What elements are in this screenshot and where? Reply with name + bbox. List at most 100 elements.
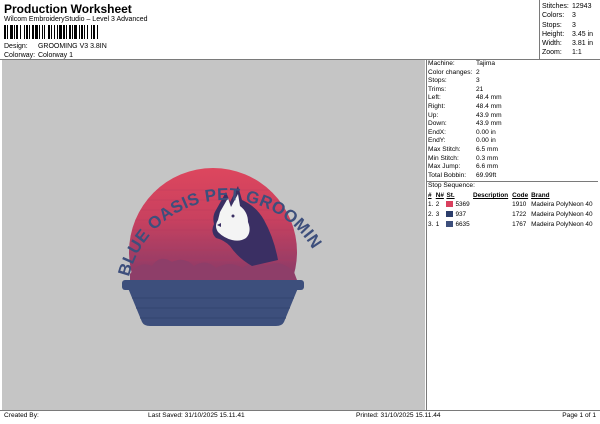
stitch-cell: 5369 bbox=[446, 201, 473, 211]
summary-label: Colors: bbox=[542, 12, 565, 20]
software-name: Wilcom EmbroideryStudio – Level 3 Advanc… bbox=[4, 16, 148, 23]
stop-number: 3. bbox=[428, 221, 434, 229]
barcode-bar bbox=[39, 25, 40, 39]
thread-code: 1722 bbox=[512, 211, 527, 219]
info-row: Min Stitch: 0.3 mm bbox=[428, 155, 598, 164]
column-header: Brand bbox=[531, 191, 550, 199]
design-label: Design: bbox=[4, 43, 28, 50]
barcode-bar bbox=[66, 25, 67, 39]
stop-number: 1. bbox=[428, 201, 434, 209]
barcode-bar bbox=[91, 25, 92, 39]
info-label: Down: bbox=[428, 120, 447, 128]
barcode-bar bbox=[59, 25, 62, 39]
barcode-bar bbox=[26, 25, 28, 39]
needle-number: 2 bbox=[435, 201, 440, 209]
barcode-bar bbox=[14, 25, 15, 39]
info-label: Left: bbox=[428, 94, 441, 102]
thread-description bbox=[473, 201, 512, 211]
info-row: Max Jump: 6.6 mm bbox=[428, 163, 598, 172]
design-info-panel: Machine: Tajima Color changes: 2 Stops: 3 T… bbox=[426, 60, 598, 231]
info-label: Up: bbox=[428, 111, 439, 119]
panel-divider bbox=[426, 60, 427, 410]
barcode-bar bbox=[4, 25, 6, 39]
barcode-bar bbox=[87, 25, 88, 39]
barcode-bar bbox=[44, 25, 45, 39]
table-row[interactable]: 1. 2 5369 1910 Madeira PolyNeon 40 bbox=[428, 201, 598, 211]
info-row: Machine: Tajima bbox=[428, 60, 598, 69]
barcode-bar bbox=[54, 25, 55, 39]
color-swatch bbox=[446, 211, 454, 218]
grooming-tub-icon bbox=[122, 280, 304, 326]
page-number: Page 1 of 1 bbox=[562, 412, 596, 419]
colorway-value: Colorway 1 bbox=[37, 52, 73, 59]
column-header: Description bbox=[473, 191, 509, 199]
barcode-bar bbox=[24, 25, 25, 39]
embroidery-artwork: BLUE OASIS PET GROOMING SERVICES bbox=[0, 45, 325, 326]
printed-date: Printed: 31/10/2025 15.11.44 bbox=[356, 412, 441, 419]
created-by: Created By: bbox=[4, 412, 39, 419]
summary-label: Stops: bbox=[542, 21, 562, 29]
barcode-bar bbox=[42, 25, 43, 39]
design-row: Design: GROOMING V3 3.8IN bbox=[4, 43, 107, 50]
stitch-cell: 937 bbox=[446, 211, 473, 221]
info-row: Stops: 3 bbox=[428, 77, 598, 86]
info-row: Left: 48.4 mm bbox=[428, 94, 598, 103]
barcode-bar bbox=[20, 25, 21, 39]
summary-row: Width: 3.81 in bbox=[542, 39, 598, 48]
stitch-cell: 6635 bbox=[446, 221, 473, 231]
info-value: 2 bbox=[476, 68, 480, 76]
colorway-label: Colorway: bbox=[4, 52, 36, 59]
info-value: 21 bbox=[476, 85, 484, 93]
stop-number: 2. bbox=[428, 211, 434, 219]
summary-label: Height: bbox=[542, 30, 565, 38]
info-value: 6.6 mm bbox=[476, 163, 498, 171]
barcode bbox=[4, 25, 98, 39]
design-canvas[interactable]: BLUE OASIS PET GROOMING SERVICES bbox=[0, 45, 425, 410]
color-swatch bbox=[446, 201, 454, 208]
info-label: Max Jump: bbox=[428, 163, 461, 171]
table-row[interactable]: 2. 3 937 1722 Madeira PolyNeon 40 bbox=[428, 211, 598, 221]
info-row: Trims: 21 bbox=[428, 86, 598, 95]
needle-number: 1 bbox=[435, 221, 440, 229]
barcode-bar bbox=[69, 25, 71, 39]
summary-row: Stops: 3 bbox=[542, 21, 598, 30]
needle-number: 3 bbox=[435, 211, 440, 219]
barcode-bar bbox=[79, 25, 80, 39]
table-row[interactable]: 3. 1 6635 1767 Madeira PolyNeon 40 bbox=[428, 221, 598, 231]
thread-description bbox=[473, 211, 512, 221]
info-value: 0.00 in bbox=[476, 137, 496, 145]
barcode-bar bbox=[72, 25, 73, 39]
info-label: Trims: bbox=[428, 85, 447, 93]
page-title: Production Worksheet bbox=[4, 2, 132, 16]
stitch-count: 5369 bbox=[455, 201, 470, 209]
info-row: Down: 43.9 mm bbox=[428, 120, 598, 129]
info-label: Max Stitch: bbox=[428, 145, 461, 153]
column-header: # bbox=[428, 191, 432, 199]
info-label: Min Stitch: bbox=[428, 154, 459, 162]
info-label: EndX: bbox=[428, 128, 446, 136]
summary-row: Height: 3.45 in bbox=[542, 30, 598, 39]
summary-value: 3.81 in bbox=[572, 40, 594, 48]
info-label: Total Bobbin: bbox=[428, 171, 467, 179]
summary-row: Stitches: 12943 bbox=[542, 2, 598, 11]
column-header: N# bbox=[435, 191, 444, 199]
info-label: Color changes: bbox=[428, 68, 473, 76]
info-row: EndX: 0.00 in bbox=[428, 129, 598, 138]
info-value: 0.3 mm bbox=[476, 154, 498, 162]
barcode-bar bbox=[16, 25, 18, 39]
summary-row: Colors: 3 bbox=[542, 11, 598, 20]
summary-label: Zoom: bbox=[542, 49, 562, 57]
barcode-bar bbox=[48, 25, 50, 39]
color-swatch bbox=[446, 221, 454, 228]
barcode-bar bbox=[84, 25, 85, 39]
thread-brand: Madeira PolyNeon 40 bbox=[531, 201, 593, 209]
stitch-count: 6635 bbox=[455, 221, 470, 229]
summary-value: 1:1 bbox=[572, 49, 582, 57]
barcode-bar bbox=[32, 25, 34, 39]
thread-brand: Madeira PolyNeon 40 bbox=[531, 211, 593, 219]
thread-code: 1910 bbox=[512, 201, 527, 209]
barcode-bar bbox=[7, 25, 8, 39]
last-saved: Last Saved: 31/10/2025 15.11.41 bbox=[148, 412, 245, 419]
barcode-bar bbox=[51, 25, 52, 39]
summary-label: Width: bbox=[542, 40, 562, 48]
